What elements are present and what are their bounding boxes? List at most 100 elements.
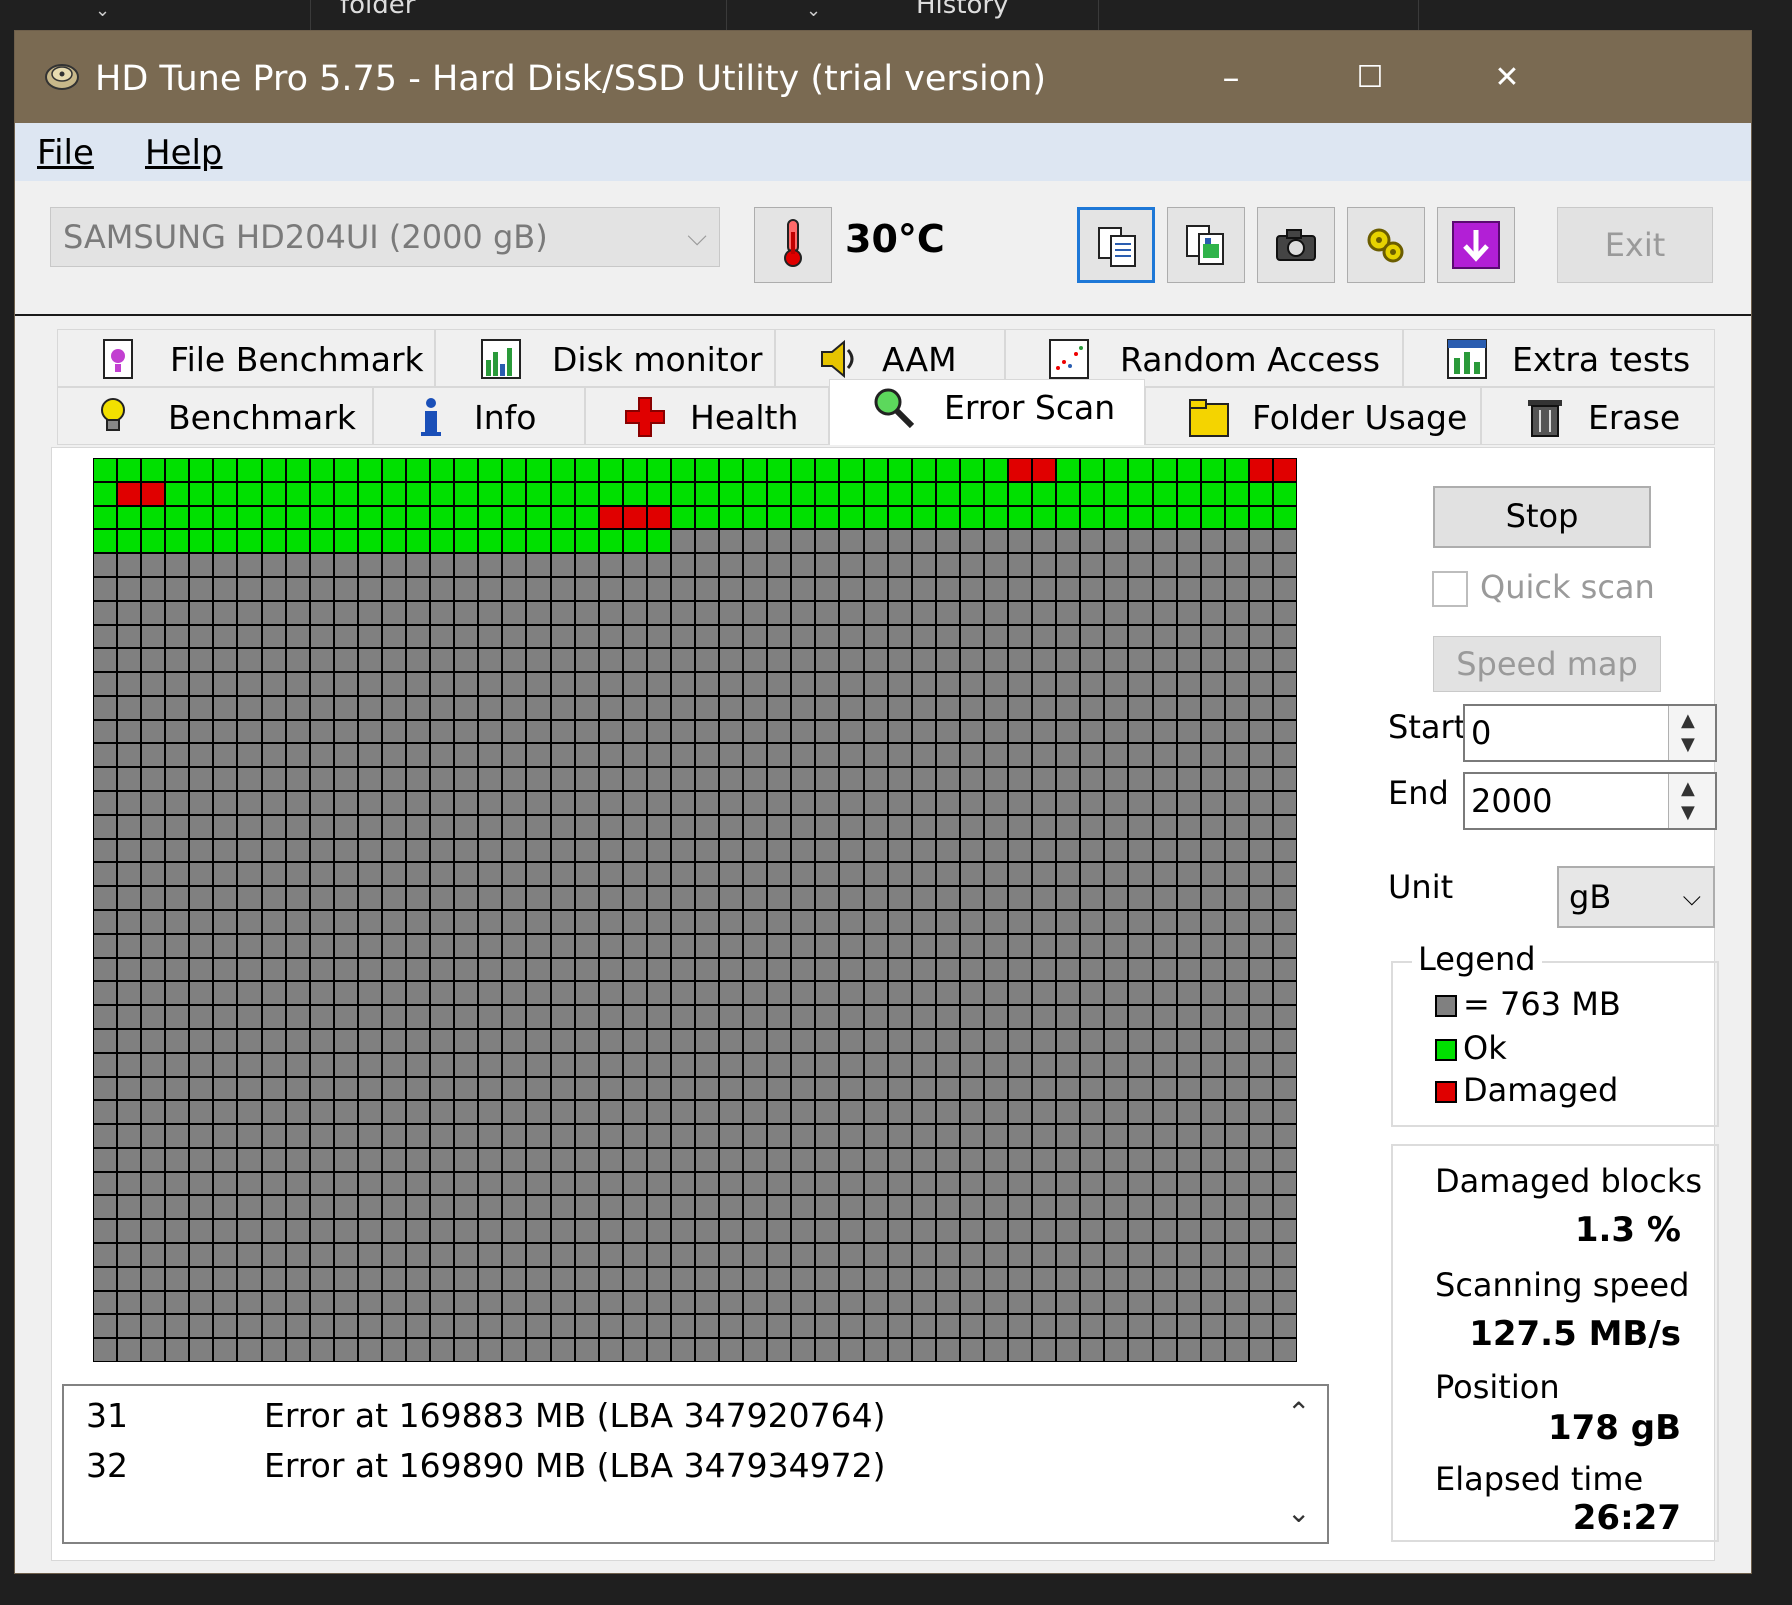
scan-block <box>720 1244 743 1266</box>
tab-info[interactable]: Info <box>373 387 585 445</box>
scan-block <box>912 1172 935 1195</box>
scan-block <box>647 982 670 1005</box>
start-input[interactable]: 0 ▲ ▼ <box>1463 704 1717 762</box>
scan-block <box>527 863 550 886</box>
scan-block <box>407 887 430 909</box>
scan-block <box>142 720 165 743</box>
tab-error-scan[interactable]: Error Scan <box>829 379 1145 445</box>
scan-block <box>1081 720 1104 743</box>
spin-up-icon[interactable]: ▲ <box>1681 778 1695 799</box>
menu-file[interactable]: File <box>37 133 94 173</box>
scan-block <box>647 1196 670 1219</box>
tab-file-benchmark[interactable]: File Benchmark <box>57 329 435 387</box>
tab-erase[interactable]: Erase <box>1481 387 1715 445</box>
scan-block <box>479 1196 502 1219</box>
scan-block <box>1201 577 1224 600</box>
scan-block <box>262 1125 285 1147</box>
scan-block <box>696 1148 719 1171</box>
end-spinner[interactable]: ▲ ▼ <box>1668 774 1715 828</box>
scan-block <box>142 887 165 909</box>
scan-block <box>214 1244 237 1266</box>
spin-up-icon[interactable]: ▲ <box>1681 710 1695 731</box>
spin-down-icon[interactable]: ▼ <box>1681 802 1695 823</box>
scan-block <box>575 1053 598 1076</box>
scan-block <box>768 815 791 838</box>
background-tab-folder[interactable]: folder <box>310 0 727 30</box>
scan-block <box>190 934 213 957</box>
end-input[interactable]: 2000 ▲ ▼ <box>1463 772 1717 830</box>
scan-block <box>744 839 767 862</box>
start-label: Start <box>1388 708 1467 746</box>
scroll-up-icon[interactable]: ⌃ <box>1287 1396 1310 1429</box>
scan-block <box>864 1101 887 1124</box>
scan-block <box>214 720 237 743</box>
log-scrollbar[interactable]: ⌃ ⌄ <box>1277 1386 1327 1542</box>
camera-icon <box>1276 229 1316 261</box>
menu-help[interactable]: Help <box>145 133 223 173</box>
scan-block <box>912 530 935 553</box>
scan-block <box>479 958 502 981</box>
scan-block <box>238 554 261 576</box>
spin-down-icon[interactable]: ▼ <box>1681 734 1695 755</box>
scan-block <box>551 1125 574 1147</box>
tab-disk-monitor[interactable]: Disk monitor <box>435 329 775 387</box>
random-access-icon <box>1049 339 1089 379</box>
temperature-button[interactable] <box>754 207 832 283</box>
save-button[interactable] <box>1437 207 1515 283</box>
scan-block <box>599 1077 622 1100</box>
scan-block <box>455 934 478 957</box>
scan-block <box>382 958 406 981</box>
scan-block <box>936 1339 959 1361</box>
stop-button[interactable]: Stop <box>1433 486 1651 548</box>
title-bar[interactable]: HD Tune Pro 5.75 - Hard Disk/SSD Utility… <box>15 31 1751 123</box>
scan-block <box>118 958 141 981</box>
scan-block <box>1273 459 1296 481</box>
scan-block <box>214 1196 237 1219</box>
scan-block <box>118 1101 141 1124</box>
scan-block <box>1177 1077 1200 1100</box>
maximize-button[interactable]: ☐ <box>1340 53 1400 103</box>
scan-block <box>190 744 213 767</box>
drive-select[interactable]: SAMSUNG HD204UI (2000 gB) ⌵ <box>50 207 720 267</box>
tab-folder-usage[interactable]: Folder Usage <box>1145 387 1481 445</box>
tab-benchmark[interactable]: Benchmark <box>57 387 373 445</box>
background-tab-history[interactable]: History <box>726 0 1099 30</box>
scan-block <box>310 863 333 886</box>
scan-block <box>286 1148 309 1171</box>
scan-block <box>118 1196 141 1219</box>
close-button[interactable]: ✕ <box>1477 53 1537 103</box>
unit-select[interactable]: gB ⌵ <box>1557 866 1715 928</box>
scan-block <box>1273 577 1296 600</box>
scan-block <box>1177 1339 1200 1361</box>
toolbar: SAMSUNG HD204UI (2000 gB) ⌵ 30°C Exit <box>15 181 1751 316</box>
scan-block <box>407 1267 430 1290</box>
scan-block <box>792 839 815 862</box>
background-tab-other[interactable] <box>1098 0 1419 30</box>
copy-screenshot-button[interactable] <box>1167 207 1245 283</box>
temperature-readout: 30°C <box>845 217 945 261</box>
tab-extra-tests[interactable]: Extra tests <box>1403 329 1715 387</box>
copy-text-button[interactable] <box>1077 207 1155 283</box>
scan-block <box>816 1291 839 1314</box>
scan-block <box>671 1172 694 1195</box>
options-button[interactable] <box>1347 207 1425 283</box>
tab-health[interactable]: Health <box>585 387 829 445</box>
scan-block <box>479 649 502 672</box>
scan-block <box>1105 744 1128 767</box>
minimize-button[interactable]: – <box>1201 53 1261 103</box>
error-log-list[interactable]: 31 Error at 169883 MB (LBA 347920764) 32… <box>62 1384 1329 1544</box>
scan-block <box>358 1291 381 1314</box>
quick-scan-checkbox[interactable] <box>1432 571 1468 607</box>
scan-block <box>623 792 646 814</box>
scan-block <box>696 482 719 505</box>
scan-block <box>238 744 261 767</box>
screenshot-button[interactable] <box>1257 207 1335 283</box>
speed-map-button[interactable]: Speed map <box>1433 636 1661 692</box>
start-spinner[interactable]: ▲ ▼ <box>1668 706 1715 760</box>
exit-button[interactable]: Exit <box>1557 207 1713 283</box>
scan-block <box>1177 696 1200 719</box>
scroll-down-icon[interactable]: ⌄ <box>1287 1496 1310 1529</box>
scan-block <box>238 1172 261 1195</box>
scan-block <box>455 459 478 481</box>
scan-block <box>1105 982 1128 1005</box>
